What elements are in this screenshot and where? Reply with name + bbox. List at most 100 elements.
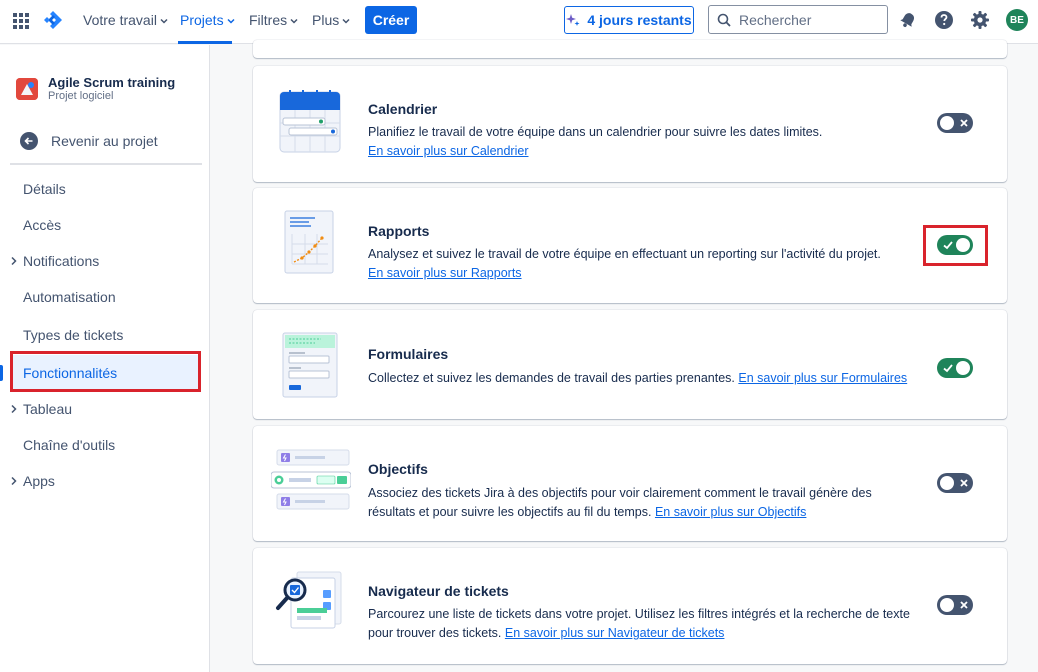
sidebar-item-label: Notifications	[23, 253, 100, 269]
chevron-down-icon	[160, 19, 168, 24]
sidebar-item-notifications[interactable]: Notifications	[10, 243, 200, 279]
calendar-toggle[interactable]	[937, 113, 973, 133]
sidebar-item-label: Automatisation	[23, 289, 116, 305]
toggle-knob	[940, 476, 954, 490]
sidebar-item-features[interactable]: Fonctionnalités	[10, 355, 200, 391]
feature-title: Rapports	[368, 223, 430, 239]
active-nav-indicator	[178, 41, 232, 44]
ticket-navigator-illustration-icon	[276, 571, 342, 629]
sidebar-item-details[interactable]: Détails	[10, 171, 200, 207]
feature-card-ticket-navigator: Navigateur de tickets Parcourez une list…	[253, 548, 1007, 664]
project-name: Agile Scrum training	[48, 75, 176, 90]
chevron-right-icon	[11, 476, 17, 486]
feature-card-forms: Formulaires Collectez et suivez les dema…	[253, 310, 1007, 419]
project-settings-sidebar: Agile Scrum training Projet logiciel Rev…	[0, 45, 210, 672]
reports-illustration-icon	[284, 210, 334, 274]
feature-description-text: Analysez et suivez le travail de votre é…	[368, 247, 881, 261]
help-icon[interactable]	[934, 10, 954, 30]
ticket-navigator-toggle[interactable]	[937, 595, 973, 615]
sidebar-item-ticket-types[interactable]: Types de tickets	[10, 317, 200, 353]
create-button[interactable]: Créer	[365, 6, 417, 34]
sidebar-item-label: Détails	[23, 181, 66, 197]
chevron-down-icon	[290, 19, 298, 24]
learn-more-calendar-link[interactable]: En savoir plus sur Calendrier	[368, 144, 529, 158]
chevron-right-icon	[11, 404, 17, 414]
chevron-right-icon	[11, 256, 17, 266]
nav-filtres[interactable]: Filtres	[249, 12, 298, 28]
sidebar-item-label: Fonctionnalités	[23, 365, 118, 381]
chevron-down-icon	[227, 19, 235, 24]
goals-illustration-icon	[271, 449, 351, 510]
sparkle-icon	[566, 14, 580, 26]
content-gutter	[211, 45, 246, 672]
feature-description: Collectez et suivez les demandes de trav…	[368, 369, 913, 388]
learn-more-goals-link[interactable]: En savoir plus sur Objectifs	[655, 505, 806, 519]
sidebar-item-label: Chaîne d'outils	[23, 437, 116, 453]
feature-description: Associez des tickets Jira à des objectif…	[368, 484, 913, 522]
sidebar-divider	[10, 163, 202, 165]
sidebar-item-label: Tableau	[23, 401, 73, 417]
trial-days-label: 4 jours restants	[587, 12, 692, 28]
app-switcher-icon[interactable]	[12, 12, 30, 30]
sidebar-item-apps[interactable]: Apps	[10, 463, 200, 499]
active-item-indicator	[0, 365, 3, 381]
search-input[interactable]	[739, 11, 879, 28]
chevron-down-icon	[342, 19, 350, 24]
trial-days-button[interactable]: 4 jours restants	[564, 6, 694, 34]
feature-description: Planifiez le travail de votre équipe dan…	[368, 123, 913, 161]
forms-toggle[interactable]	[937, 358, 973, 378]
feature-title: Navigateur de tickets	[368, 583, 509, 599]
learn-more-forms-link[interactable]: En savoir plus sur Formulaires	[738, 371, 907, 385]
project-avatar-icon	[16, 78, 38, 100]
reports-toggle[interactable]	[937, 235, 973, 255]
nav-projets-label: Projets	[180, 12, 224, 28]
back-to-project-link[interactable]: Revenir au projet	[20, 131, 158, 151]
toggle-knob	[956, 361, 970, 375]
search-icon	[717, 13, 731, 27]
search-field[interactable]	[708, 5, 888, 34]
feature-description-text: Planifiez le travail de votre équipe dan…	[368, 125, 823, 139]
check-icon	[943, 241, 953, 250]
feature-card-calendar: Calendrier Planifiez le travail de votre…	[253, 66, 1007, 182]
sidebar-item-label: Types de tickets	[23, 327, 124, 343]
toggle-knob	[940, 598, 954, 612]
feature-card-reports: Rapports Analysez et suivez le travail d…	[253, 188, 1007, 303]
toggle-knob	[940, 116, 954, 130]
sidebar-item-toolchain[interactable]: Chaîne d'outils	[10, 427, 200, 463]
close-icon	[960, 601, 968, 609]
notifications-bell-icon[interactable]	[898, 10, 918, 30]
feature-title: Formulaires	[368, 346, 449, 362]
goals-toggle[interactable]	[937, 473, 973, 493]
learn-more-reports-link[interactable]: En savoir plus sur Rapports	[368, 266, 522, 280]
nav-filtres-label: Filtres	[249, 12, 288, 28]
nav-votre-travail[interactable]: Votre travail	[83, 12, 168, 28]
feature-description: Parcourez une liste de tickets dans votr…	[368, 605, 913, 643]
settings-gear-icon[interactable]	[970, 10, 990, 30]
sidebar-item-automation[interactable]: Automatisation	[10, 279, 200, 315]
toggle-knob	[956, 238, 970, 252]
nav-plus[interactable]: Plus	[312, 12, 350, 28]
learn-more-ticket-navigator-link[interactable]: En savoir plus sur Navigateur de tickets	[505, 626, 725, 640]
sidebar-item-label: Apps	[23, 473, 55, 489]
arrow-left-icon	[20, 132, 38, 150]
forms-illustration-icon	[282, 332, 338, 398]
sidebar-item-board[interactable]: Tableau	[10, 391, 200, 427]
back-to-project-label: Revenir au projet	[51, 133, 158, 149]
check-icon	[943, 364, 953, 373]
user-avatar[interactable]: BE	[1006, 9, 1028, 31]
nav-projets[interactable]: Projets	[180, 12, 235, 28]
jira-logo-icon[interactable]	[42, 10, 64, 32]
sidebar-item-access[interactable]: Accès	[10, 207, 200, 243]
top-navigation-bar: Votre travail Projets Filtres Plus Créer…	[0, 0, 1038, 44]
feature-title: Objectifs	[368, 461, 428, 477]
sidebar-item-label: Accès	[23, 217, 62, 233]
feature-description-text: Collectez et suivez les demandes de trav…	[368, 371, 735, 385]
calendar-illustration-icon	[279, 90, 341, 153]
feature-title: Calendrier	[368, 101, 438, 117]
nav-votre-travail-label: Votre travail	[83, 12, 157, 28]
feature-card-partial	[253, 40, 1007, 58]
feature-description: Analysez et suivez le travail de votre é…	[368, 245, 913, 283]
nav-plus-label: Plus	[312, 12, 340, 28]
close-icon	[960, 119, 968, 127]
project-type: Projet logiciel	[48, 90, 114, 102]
